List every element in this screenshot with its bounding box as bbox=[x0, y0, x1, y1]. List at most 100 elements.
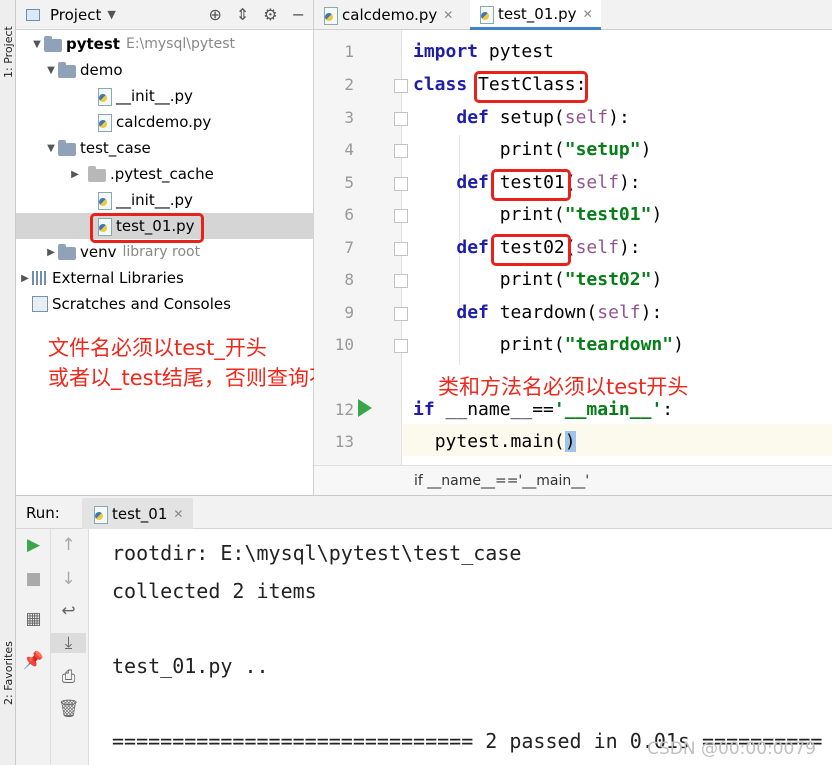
editor-gutter: 1 2 3 4 5 6 7 8 9 10 12 13 bbox=[314, 30, 408, 465]
run-console[interactable]: rootdir: E:\mysql\pytest\test_case colle… bbox=[89, 529, 832, 765]
code-line-8: print("test02") bbox=[499, 269, 663, 290]
folder-icon bbox=[58, 139, 76, 156]
code-string: '__main__' bbox=[553, 399, 663, 420]
tree-item-path: E:\mysql\pytest bbox=[125, 36, 236, 52]
line-number: 6 bbox=[344, 205, 354, 224]
tree-item-init-test-case[interactable]: __init__.py bbox=[16, 187, 314, 213]
fold-marker-icon[interactable] bbox=[394, 112, 408, 126]
run-gutter-icon[interactable] bbox=[358, 399, 372, 417]
chevron-right-icon[interactable]: ▶ bbox=[68, 169, 82, 180]
fold-marker-icon[interactable] bbox=[394, 79, 408, 93]
locate-icon[interactable]: ⊕ bbox=[208, 5, 221, 24]
stop-icon[interactable]: ■ bbox=[16, 569, 51, 589]
tree-item-label: test_case bbox=[80, 139, 151, 157]
tab-test-01[interactable]: test_01.py ✕ bbox=[470, 0, 601, 30]
hide-panel-icon[interactable]: − bbox=[292, 5, 305, 24]
scratches-icon bbox=[32, 296, 48, 312]
chevron-down-icon[interactable]: ▼ bbox=[44, 65, 58, 76]
annotation-filename-rule-1: 文件名必须以test_开头 bbox=[48, 336, 267, 360]
project-panel-tools: ⊕ ⇕ ⚙ − bbox=[208, 5, 305, 24]
run-toolbar-secondary: ↑ ↓ ↩ ⤓ ⎙ 🗑 bbox=[51, 529, 89, 765]
fold-marker-icon[interactable] bbox=[394, 144, 408, 158]
tree-item-init-demo[interactable]: __init__.py bbox=[16, 83, 314, 109]
fold-marker-icon[interactable] bbox=[394, 274, 408, 288]
collapse-all-icon[interactable]: ⇕ bbox=[236, 5, 249, 24]
layout-icon[interactable]: ▦ bbox=[16, 609, 51, 629]
project-panel-header: Project ▼ ⊕ ⇕ ⚙ − bbox=[16, 0, 313, 30]
soft-wrap-icon[interactable]: ↩ bbox=[51, 601, 86, 621]
tree-item-test-case[interactable]: ▼ test_case bbox=[16, 135, 314, 161]
favorites-tool-tab[interactable]: 2: Favorites bbox=[0, 641, 16, 765]
tree-item-label: pytest bbox=[66, 35, 120, 53]
chevron-down-icon[interactable]: ▼ bbox=[107, 8, 115, 21]
close-icon[interactable]: ✕ bbox=[443, 8, 453, 22]
tree-item-label: calcdemo.py bbox=[116, 113, 212, 131]
code-line-6: print("test01") bbox=[499, 204, 663, 225]
scroll-to-end-icon[interactable]: ⤓ bbox=[51, 633, 86, 653]
project-panel-title[interactable]: Project bbox=[50, 6, 101, 24]
code-keyword: class bbox=[413, 74, 468, 95]
run-panel-header: Run: test_01 ✕ bbox=[16, 495, 832, 529]
left-tool-strip: 1: Project 2: Favorites bbox=[0, 0, 16, 765]
line-number: 4 bbox=[344, 140, 354, 159]
tree-item-label: Scratches and Consoles bbox=[52, 295, 231, 313]
tree-item-external-libraries[interactable]: ▶ External Libraries bbox=[16, 265, 314, 291]
breadcrumb[interactable]: if __name__=='__main__' bbox=[314, 465, 832, 495]
code-editor[interactable]: 1 2 3 4 5 6 7 8 9 10 12 13 import pytest… bbox=[314, 30, 832, 465]
editor-tabs-bar: calcdemo.py ✕ test_01.py ✕ bbox=[314, 0, 832, 30]
close-icon[interactable]: ✕ bbox=[173, 507, 183, 521]
chevron-down-icon[interactable]: ▼ bbox=[44, 143, 58, 154]
code-line-12: if __name__=='__main__': bbox=[413, 399, 673, 420]
line-number: 10 bbox=[334, 335, 354, 354]
chevron-right-icon[interactable]: ▶ bbox=[18, 273, 32, 284]
tab-label: test_01.py bbox=[498, 4, 577, 23]
pin-icon[interactable]: 📌 bbox=[16, 651, 51, 671]
tree-item-label: .pytest_cache bbox=[110, 165, 214, 183]
code-text: print bbox=[499, 139, 554, 160]
tree-item-demo[interactable]: ▼ demo bbox=[16, 57, 314, 83]
watermark: CSDN @00:00:0079 bbox=[647, 739, 816, 759]
code-text: pytest.main( bbox=[434, 431, 565, 452]
run-tab-test-01[interactable]: test_01 ✕ bbox=[82, 498, 194, 529]
fold-marker-icon[interactable] bbox=[394, 177, 408, 191]
tree-item-calcdemo[interactable]: calcdemo.py bbox=[16, 109, 314, 135]
code-text: print bbox=[499, 269, 554, 290]
tree-item-scratches[interactable]: Scratches and Consoles bbox=[16, 291, 314, 317]
fold-marker-icon[interactable] bbox=[394, 307, 408, 321]
python-file-icon bbox=[322, 6, 338, 25]
gear-icon[interactable]: ⚙ bbox=[263, 5, 277, 24]
breadcrumb-item[interactable]: if __name__=='__main__' bbox=[414, 473, 589, 489]
code-string: "setup" bbox=[564, 139, 641, 160]
code-self: self bbox=[575, 172, 619, 193]
console-line: test_01.py .. bbox=[112, 654, 269, 678]
tree-item-pytest[interactable]: ▼ pytest E:\mysql\pytest bbox=[16, 31, 314, 57]
project-tool-tab[interactable]: 1: Project bbox=[0, 26, 16, 148]
trash-icon[interactable]: 🗑 bbox=[51, 699, 86, 719]
tree-item-pytest-cache[interactable]: ▶ .pytest_cache bbox=[16, 161, 314, 187]
tab-label: calcdemo.py bbox=[342, 6, 438, 24]
arrow-down-icon[interactable]: ↓ bbox=[51, 569, 86, 589]
rerun-icon[interactable]: ▶ bbox=[16, 535, 51, 555]
fold-marker-icon[interactable] bbox=[394, 242, 408, 256]
annotation-class-method-rule: 类和方法名必须以test开头 bbox=[438, 375, 689, 399]
tab-calcdemo[interactable]: calcdemo.py ✕ bbox=[314, 0, 461, 30]
chevron-right-icon[interactable]: ▶ bbox=[44, 247, 58, 258]
code-keyword: if bbox=[413, 399, 435, 420]
fold-marker-icon[interactable] bbox=[394, 209, 408, 223]
line-number: 3 bbox=[344, 108, 354, 127]
fold-marker-icon[interactable] bbox=[394, 339, 408, 353]
print-icon[interactable]: ⎙ bbox=[51, 667, 86, 687]
arrow-up-icon[interactable]: ↑ bbox=[51, 535, 86, 555]
line-number: 5 bbox=[344, 173, 354, 192]
annotation-filename-rule-2: 或者以_test结尾，否则查询不到 bbox=[48, 366, 351, 390]
code-string: "test01" bbox=[564, 204, 652, 225]
project-icon bbox=[26, 8, 40, 21]
close-icon[interactable]: ✕ bbox=[583, 7, 593, 21]
code-line-1: import pytest bbox=[413, 41, 554, 62]
line-number: 9 bbox=[344, 303, 354, 322]
tree-item-label: External Libraries bbox=[52, 269, 184, 287]
code-text: print bbox=[499, 204, 554, 225]
tree-item-label: __init__.py bbox=[116, 87, 193, 105]
chevron-down-icon[interactable]: ▼ bbox=[30, 39, 44, 50]
code-line-13: pytest.main() bbox=[413, 431, 576, 452]
